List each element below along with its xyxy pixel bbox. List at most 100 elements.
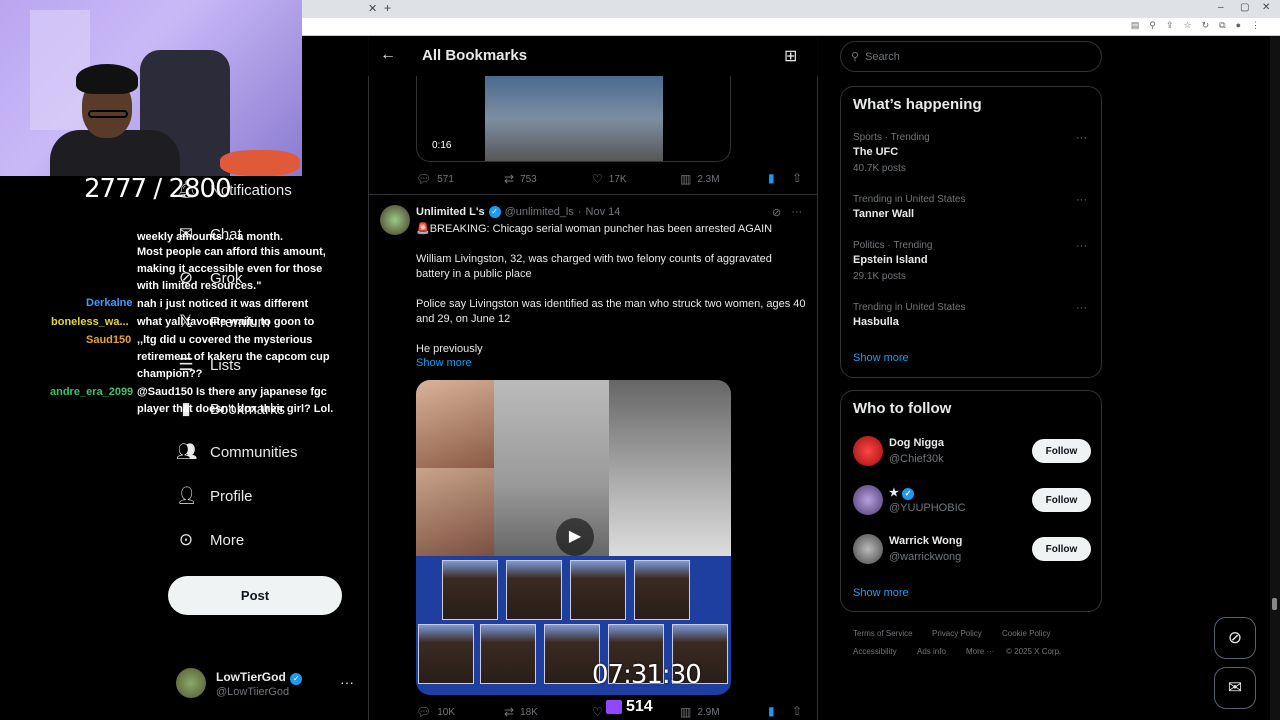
avatar[interactable] <box>853 436 883 466</box>
tweet-text-line: William Livingston, 32, was charged with… <box>416 253 772 280</box>
chart-icon: ▥ <box>680 172 692 186</box>
show-more-link[interactable]: Show more <box>416 357 472 369</box>
mugshot <box>418 624 474 684</box>
footer-copyright: © 2025 X Corp. <box>1006 647 1062 656</box>
new-tab-icon[interactable]: + <box>384 1 391 15</box>
tweet-author-name[interactable]: Unlimited L's <box>416 206 485 218</box>
avatar[interactable] <box>853 485 883 515</box>
post-button[interactable]: Post <box>168 576 342 615</box>
search-input[interactable]: ⚲ Search <box>840 41 1102 72</box>
more-options-icon[interactable]: ··· <box>340 674 354 690</box>
scrollbar-thumb[interactable] <box>1272 598 1277 610</box>
tweet-date[interactable]: Nov 14 <box>586 206 621 218</box>
more-options-icon[interactable]: ··· <box>1076 194 1087 206</box>
refresh-icon[interactable]: ↻ <box>1202 20 1210 31</box>
avatar[interactable] <box>853 534 883 564</box>
tweet-author-handle[interactable]: @unlimited_ls <box>505 206 574 218</box>
zoom-icon[interactable]: ⚲ <box>1149 20 1156 31</box>
more-options-icon[interactable]: ··· <box>791 206 802 219</box>
maximize-icon[interactable]: ▢ <box>1240 2 1249 13</box>
tweet-header: Unlimited L's ✓ @unlimited_ls · Nov 14 <box>416 206 620 218</box>
nav-item-communities[interactable]: 👥︎ Communities <box>176 442 298 462</box>
heart-icon: ♡ <box>592 172 603 186</box>
whats-happening-title: What’s happening <box>853 96 982 113</box>
bookmark-button[interactable]: ▮ <box>768 171 775 185</box>
trend-name[interactable]: Epstein Island <box>853 254 928 266</box>
previous-tweet-video[interactable] <box>416 76 731 162</box>
follow-user-handle[interactable]: @Chief30k <box>889 453 944 465</box>
show-more-trends-link[interactable]: Show more <box>853 352 909 364</box>
reply-button[interactable]: 💬︎ 10K <box>416 705 455 719</box>
nav-item-more[interactable]: ⊙ More <box>176 530 244 550</box>
scrollbar[interactable] <box>1270 36 1280 720</box>
search-placeholder: Search <box>865 50 900 63</box>
more-options-icon[interactable]: ··· <box>1076 132 1087 144</box>
more-options-icon[interactable]: ··· <box>1076 240 1087 252</box>
trend-name[interactable]: The UFC <box>853 146 898 158</box>
media-photo <box>416 468 494 556</box>
follow-user-name[interactable]: Warrick Wong <box>889 535 962 547</box>
follow-button[interactable]: Follow <box>1032 488 1091 512</box>
chat-line: Most people can afford this amount, <box>137 246 326 258</box>
star-icon[interactable]: ☆ <box>1184 20 1192 31</box>
sub-goal-counter: 2777 / 2800 <box>84 174 232 204</box>
follow-user-handle[interactable]: @YUUPHOBIC <box>889 502 966 514</box>
footer-link-accessibility[interactable]: Accessibility <box>853 647 897 656</box>
footer-link-cookies[interactable]: Cookie Policy <box>1002 629 1050 638</box>
tweet-media-video[interactable]: ▶ <box>416 380 731 695</box>
share-icon[interactable]: ⇪ <box>1166 20 1174 31</box>
window-close-icon[interactable]: ✕ <box>1262 2 1270 13</box>
tweet-text-line: He previously <box>416 343 483 355</box>
retweet-button[interactable]: ⇄ 18K <box>504 705 538 719</box>
chat-line: champion?? <box>137 368 203 380</box>
minimize-icon[interactable]: – <box>1218 2 1224 13</box>
back-arrow-icon[interactable]: ← <box>380 46 396 64</box>
play-icon[interactable]: ▶ <box>556 518 594 556</box>
tweet-divider <box>368 194 818 195</box>
follow-user-name[interactable]: Dog Nigga <box>889 437 944 449</box>
page-icon[interactable]: ▤ <box>1131 20 1140 31</box>
account-switcher[interactable]: LowTierGod ✓ @LowTiierGod <box>176 668 303 698</box>
bookmark-filled-icon: ▮ <box>768 171 775 185</box>
reply-button[interactable]: 💬︎ 571 <box>416 172 454 186</box>
chat-line: nah i just noticed it was different <box>137 298 309 310</box>
footer-link-terms[interactable]: Terms of Service <box>853 629 913 638</box>
extension-icon[interactable]: ⧉ <box>1219 20 1225 31</box>
grok-icon[interactable]: ⊘ <box>772 206 781 219</box>
reply-icon: 💬︎ <box>416 172 432 186</box>
bookmark-button[interactable]: ▮ <box>768 704 775 718</box>
video-frame <box>485 76 663 161</box>
views-button[interactable]: ▥ 2.9M <box>680 705 720 719</box>
show-more-follow-link[interactable]: Show more <box>853 587 909 599</box>
heart-icon: ♡ <box>592 705 603 719</box>
trend-name[interactable]: Hasbulla <box>853 316 899 328</box>
account-name: LowTierGod <box>216 670 286 684</box>
share-button[interactable]: ⇧ <box>792 704 802 718</box>
mugshot <box>570 560 626 620</box>
footer-link-privacy[interactable]: Privacy Policy <box>932 629 982 638</box>
retweet-button[interactable]: ⇄ 753 <box>504 172 537 186</box>
like-button[interactable]: ♡ 17K <box>592 172 627 186</box>
trend-name[interactable]: Tanner Wall <box>853 208 914 220</box>
profile-icon[interactable]: ● <box>1236 20 1241 31</box>
new-bookmark-folder-icon[interactable]: ⊞ <box>784 46 797 66</box>
grok-fab-button[interactable]: ⊘ <box>1214 617 1256 659</box>
share-button[interactable]: ⇧ <box>792 171 802 185</box>
tweet-text-line: 🚨BREAKING: Chicago serial woman puncher … <box>416 223 773 235</box>
more-options-icon[interactable]: ··· <box>1076 302 1087 314</box>
webcam-overlay <box>0 0 302 176</box>
messages-fab-button[interactable]: ✉ <box>1214 667 1256 709</box>
like-button[interactable]: ♡ <box>592 705 603 719</box>
views-button[interactable]: ▥ 2.3M <box>680 172 720 186</box>
follow-user-handle[interactable]: @warrickwong <box>889 551 961 563</box>
follow-user-name[interactable]: ★ ✓ <box>889 486 914 500</box>
tweet-avatar[interactable] <box>380 205 410 235</box>
footer-link-ads[interactable]: Ads info <box>917 647 946 656</box>
nav-item-profile[interactable]: 👤︎ Profile <box>176 486 253 506</box>
tab-close-icon[interactable]: ✕ <box>368 2 377 15</box>
menu-icon[interactable]: ⋮ <box>1251 20 1260 31</box>
share-icon: ⇧ <box>792 704 803 718</box>
follow-button[interactable]: Follow <box>1032 537 1091 561</box>
footer-link-more[interactable]: More ··· <box>966 647 994 656</box>
follow-button[interactable]: Follow <box>1032 439 1091 463</box>
